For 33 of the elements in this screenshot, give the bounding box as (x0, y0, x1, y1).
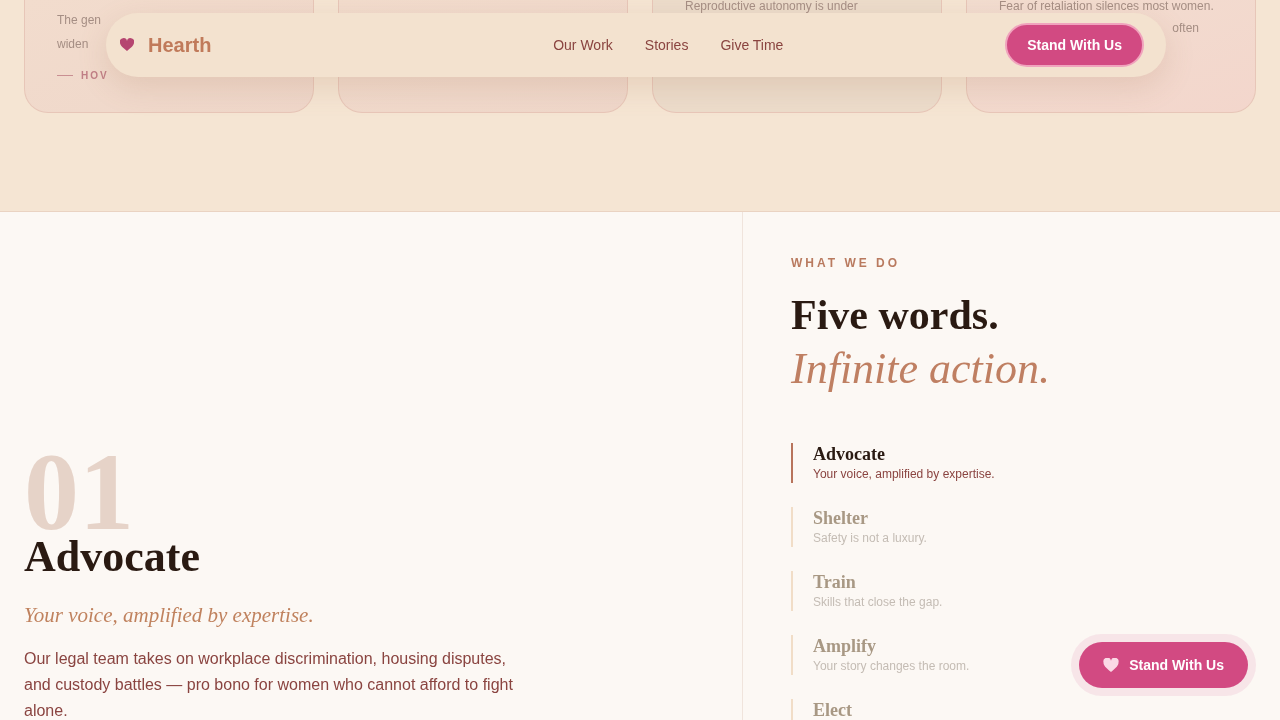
feature-tagline: Your voice, amplified by expertise. (24, 603, 315, 628)
nav-link[interactable]: Our Work (553, 37, 613, 53)
service-subtitle: Your story changes the room. (813, 658, 971, 676)
section-heading-accent: Infinite action. (791, 342, 1051, 395)
section-eyebrow: WHAT WE DO (791, 256, 902, 270)
card-text: The gen (57, 12, 102, 29)
card-text: Fear of retaliation silences most women. (999, 0, 1214, 15)
service-title: Train (813, 571, 857, 594)
service-subtitle: Skills that close the gap. (813, 594, 944, 612)
service-title: Elect (813, 699, 853, 720)
nav-link[interactable]: Stories (644, 37, 689, 53)
service-tab[interactable]: Elect (791, 699, 1051, 720)
heart-logo-icon (120, 38, 134, 52)
feature-description: Our legal team takes on workplace discrimination, housing disputes, and custody battles — pro bono for women who cannot afford to fight alone. (24, 649, 514, 720)
service-title: Advocate (813, 443, 886, 466)
card-link[interactable]: HOV (81, 70, 109, 81)
floating-donate-button[interactable]: Stand With Us (1079, 642, 1248, 688)
service-title: Amplify (813, 635, 877, 658)
nav-link[interactable]: Give Time (720, 37, 784, 53)
service-title: Shelter (813, 507, 869, 530)
service-tab[interactable]: Shelter Safety is not a luxury. (791, 507, 1051, 548)
service-tab[interactable]: Train Skills that close the gap. (791, 571, 1051, 612)
service-subtitle: Safety is not a luxury. (813, 530, 928, 548)
heart-icon (1103, 658, 1120, 672)
card-text: Reproductive autonomy is under (685, 0, 858, 15)
card-text: often (1172, 20, 1199, 37)
service-tab[interactable]: Advocate Your voice, amplified by expertise. (791, 443, 1051, 484)
donate-button[interactable]: Stand With Us (1005, 23, 1144, 67)
brand-name[interactable]: Hearth (148, 33, 212, 57)
section-heading: Five words. (791, 291, 1000, 340)
service-subtitle: Your voice, amplified by expertise. (813, 466, 996, 484)
service-tab[interactable]: Amplify Your story changes the room. (791, 635, 1051, 676)
card-text: widen (57, 36, 89, 53)
